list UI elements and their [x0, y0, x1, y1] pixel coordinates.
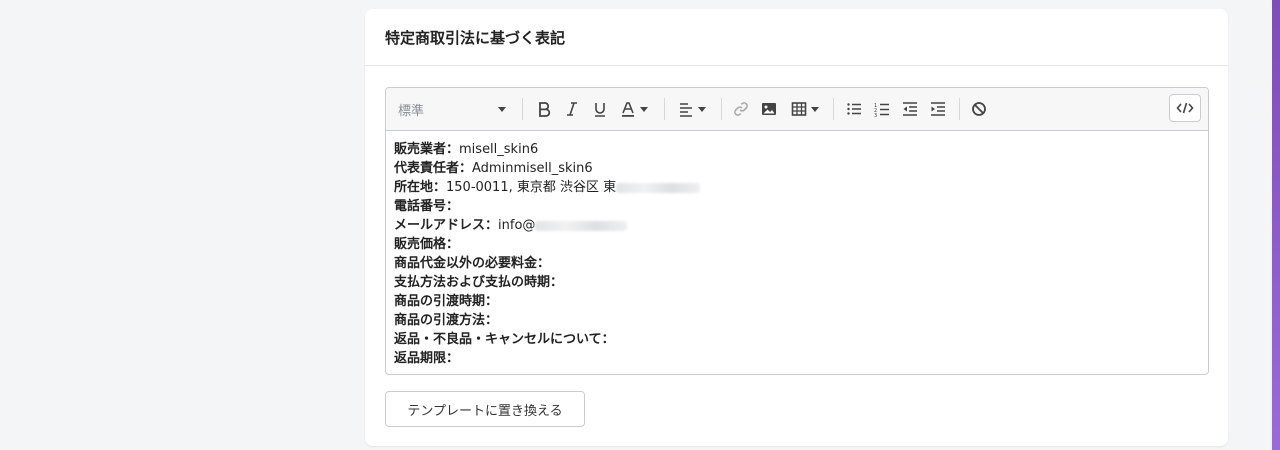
line-label: 商品代金以外の必要料金：	[394, 256, 551, 271]
line-label: 販売価格：	[394, 237, 460, 252]
image-button[interactable]	[759, 99, 779, 119]
line-label: 支払方法および支払の時期：	[394, 275, 564, 290]
line-label: メールアドレス：	[394, 218, 499, 233]
indent-button[interactable]	[928, 99, 948, 119]
line-label: 商品の引渡方法：	[394, 313, 499, 328]
content-line: 商品の引渡時期：	[394, 292, 1200, 311]
redacted-text	[535, 220, 628, 231]
content-line: 販売価格：	[394, 235, 1200, 254]
content-line: 商品代金以外の必要料金：	[394, 254, 1200, 273]
line-value: misell_skin6	[459, 142, 539, 157]
line-label: 代表責任者：	[394, 161, 473, 176]
editor-toolbar: 標準 1 2 3	[386, 88, 1208, 131]
outdent-icon	[903, 102, 917, 116]
content-line: 代表責任者：Adminmisell_skin6	[394, 159, 1200, 178]
caret-down-icon	[698, 106, 706, 112]
font-color-icon	[622, 102, 634, 117]
line-label: 電話番号：	[394, 199, 460, 214]
italic-button[interactable]	[562, 99, 582, 119]
line-value: 150-0011, 東京都 渋谷区 東	[446, 180, 617, 195]
toolbar-divider	[522, 98, 523, 120]
content-line: 返品・不良品・キャンセルについて：	[394, 330, 1200, 349]
rich-text-editor: 標準 1 2 3 販売業者：misell_skin6 代表責任者：Adminmi…	[385, 87, 1209, 375]
clear-format-button[interactable]	[969, 99, 989, 119]
replace-with-template-button[interactable]: テンプレートに置き換える	[385, 391, 585, 427]
clear-format-icon	[972, 102, 986, 116]
bold-icon	[539, 102, 551, 117]
content-line: 返品期限：	[394, 349, 1200, 368]
unordered-list-button[interactable]	[844, 99, 864, 119]
bold-button[interactable]	[534, 99, 554, 119]
content-line: 販売業者：misell_skin6	[394, 140, 1200, 159]
line-value: Adminmisell_skin6	[472, 161, 593, 176]
content-line: 支払方法および支払の時期：	[394, 273, 1200, 292]
content-line: メールアドレス：info@	[394, 216, 1200, 235]
caret-down-icon	[811, 106, 819, 112]
section-title: 特定商取引法に基づく表記	[385, 28, 566, 47]
caret-down-icon	[640, 106, 648, 112]
underline-icon	[595, 103, 605, 117]
toolbar-divider	[959, 98, 960, 120]
caret-down-icon	[498, 106, 506, 112]
code-view-icon	[1176, 102, 1194, 114]
paragraph-style-value: 標準	[398, 103, 425, 119]
align-icon	[680, 103, 692, 117]
link-button[interactable]	[731, 99, 751, 119]
image-icon	[762, 103, 776, 115]
toolbar-divider	[664, 98, 665, 120]
content-line: 電話番号：	[394, 197, 1200, 216]
redacted-text	[616, 182, 701, 193]
italic-icon	[567, 102, 577, 116]
link-icon	[734, 102, 748, 116]
toolbar-divider	[833, 98, 834, 120]
content-line: 商品の引渡方法：	[394, 311, 1200, 330]
svg-text:3: 3	[874, 113, 877, 117]
unordered-list-icon	[847, 103, 861, 115]
align-button[interactable]	[674, 99, 710, 119]
table-icon	[791, 102, 807, 116]
line-label: 所在地：	[394, 180, 447, 195]
scrollbar-accent	[1272, 0, 1280, 450]
line-label: 商品の引渡時期：	[394, 294, 499, 309]
card-header: 特定商取引法に基づく表記	[365, 9, 1228, 66]
table-button[interactable]	[788, 99, 822, 119]
indent-icon	[931, 102, 945, 116]
line-label: 返品期限：	[394, 351, 460, 366]
toolbar-divider	[721, 98, 722, 120]
code-view-button[interactable]	[1169, 94, 1201, 122]
paragraph-style-select[interactable]: 標準	[392, 97, 512, 121]
content-line: 所在地：150-0011, 東京都 渋谷区 東	[394, 178, 1200, 197]
outdent-button[interactable]	[900, 99, 920, 119]
line-value: info@	[498, 218, 536, 233]
editor-content[interactable]: 販売業者：misell_skin6 代表責任者：Adminmisell_skin…	[386, 131, 1208, 368]
ordered-list-icon: 123	[874, 103, 889, 117]
font-color-button[interactable]	[618, 99, 650, 119]
line-label: 販売業者：	[394, 142, 460, 157]
underline-button[interactable]	[590, 99, 610, 119]
ordered-list-button[interactable]: 123	[872, 99, 892, 119]
line-label: 返品・不良品・キャンセルについて：	[394, 332, 615, 347]
legal-notice-card: 特定商取引法に基づく表記 標準 1 2 3 販売業者：misell_skin6 …	[365, 9, 1228, 446]
